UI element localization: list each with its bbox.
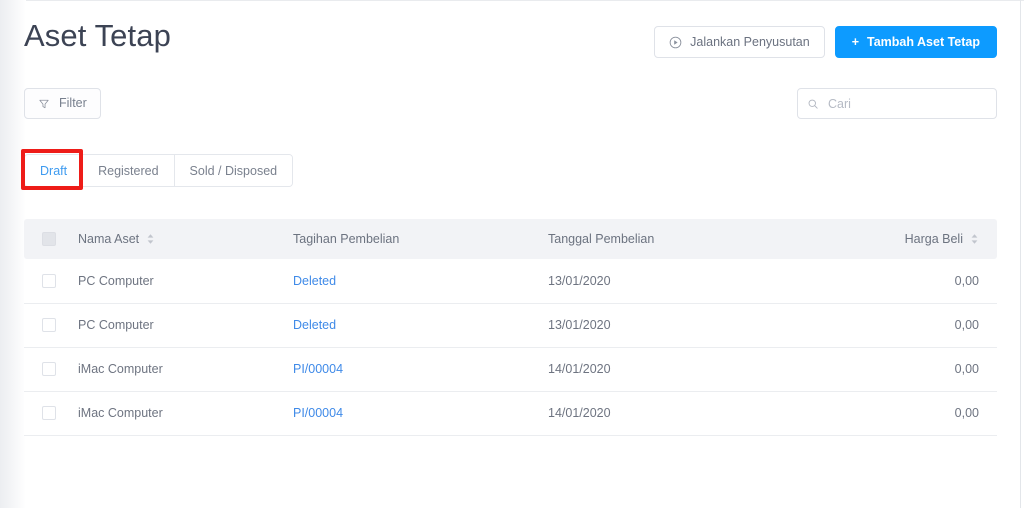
play-circle-icon xyxy=(669,36,682,49)
select-all-checkbox[interactable] xyxy=(42,232,56,247)
assets-table: Nama Aset Tagihan Pembelian Tanggal Pemb… xyxy=(24,219,997,436)
funnel-icon xyxy=(38,98,50,110)
cell-harga-beli: 0,00 xyxy=(890,391,997,436)
tab-registered[interactable]: Registered xyxy=(83,155,175,186)
sort-icon[interactable] xyxy=(970,233,979,245)
sort-icon[interactable] xyxy=(146,233,155,245)
table-row[interactable]: PC Computer Deleted 13/01/2020 0,00 xyxy=(24,259,997,304)
cell-tagihan-pembelian: PI/00004 xyxy=(285,347,540,392)
filter-button[interactable]: Filter xyxy=(24,88,101,119)
cell-tanggal-pembelian: 14/01/2020 xyxy=(540,391,890,436)
cell-harga-beli: 0,00 xyxy=(890,347,997,392)
search-box xyxy=(797,88,997,119)
table-row[interactable]: iMac Computer PI/00004 14/01/2020 0,00 xyxy=(24,391,997,436)
tab-draft[interactable]: Draft xyxy=(25,155,84,186)
toolbar: Filter xyxy=(24,88,997,119)
header-nama-aset[interactable]: Nama Aset xyxy=(70,219,285,259)
cell-tanggal-pembelian: 13/01/2020 xyxy=(540,259,890,304)
header-tanggal-pembelian-label: Tanggal Pembelian xyxy=(548,232,655,246)
bill-link[interactable]: PI/00004 xyxy=(293,406,343,420)
add-fixed-asset-label: Tambah Aset Tetap xyxy=(867,34,980,49)
header-harga-beli[interactable]: Harga Beli xyxy=(890,219,997,259)
status-tabs: Draft Registered Sold / Disposed xyxy=(24,154,294,187)
tab-sold-disposed[interactable]: Sold / Disposed xyxy=(174,155,293,186)
table-header-row: Nama Aset Tagihan Pembelian Tanggal Pemb… xyxy=(24,219,997,259)
cell-harga-beli: 0,00 xyxy=(890,259,997,304)
cell-harga-beli: 0,00 xyxy=(890,303,997,348)
run-depreciation-label: Jalankan Penyusutan xyxy=(690,34,810,49)
search-icon xyxy=(807,98,819,110)
header-nama-aset-label: Nama Aset xyxy=(78,232,140,246)
search-input[interactable] xyxy=(797,88,997,119)
cell-nama-aset: PC Computer xyxy=(70,303,285,348)
bill-link[interactable]: Deleted xyxy=(293,318,336,332)
page-title: Aset Tetap xyxy=(24,18,171,53)
header-actions: Jalankan Penyusutan + Tambah Aset Tetap xyxy=(654,16,997,58)
header-tanggal-pembelian: Tanggal Pembelian xyxy=(540,219,890,259)
row-select-cell xyxy=(24,303,70,348)
status-tabs-wrapper: Draft Registered Sold / Disposed xyxy=(21,149,997,190)
table-header: Nama Aset Tagihan Pembelian Tanggal Pemb… xyxy=(24,219,997,259)
bill-link[interactable]: PI/00004 xyxy=(293,362,343,376)
row-select-cell xyxy=(24,347,70,392)
page-content: Aset Tetap Jalankan Penyusutan + Tambah … xyxy=(0,0,1021,508)
cell-tagihan-pembelian: PI/00004 xyxy=(285,391,540,436)
row-checkbox[interactable] xyxy=(42,274,56,289)
table-row[interactable]: PC Computer Deleted 13/01/2020 0,00 xyxy=(24,303,997,348)
table-row[interactable]: iMac Computer PI/00004 14/01/2020 0,00 xyxy=(24,347,997,392)
row-select-cell xyxy=(24,259,70,304)
cell-tagihan-pembelian: Deleted xyxy=(285,259,540,304)
header-select-all xyxy=(24,219,70,259)
table-body: PC Computer Deleted 13/01/2020 0,00 PC C… xyxy=(24,259,997,436)
run-depreciation-button[interactable]: Jalankan Penyusutan xyxy=(654,26,825,58)
row-checkbox[interactable] xyxy=(42,362,56,377)
cell-tanggal-pembelian: 13/01/2020 xyxy=(540,303,890,348)
row-checkbox[interactable] xyxy=(42,318,56,333)
header-harga-beli-label: Harga Beli xyxy=(904,232,963,246)
bill-link[interactable]: Deleted xyxy=(293,274,336,288)
row-checkbox[interactable] xyxy=(42,406,56,421)
cell-tanggal-pembelian: 14/01/2020 xyxy=(540,347,890,392)
header-tagihan-pembelian: Tagihan Pembelian xyxy=(285,219,540,259)
cell-nama-aset: PC Computer xyxy=(70,259,285,304)
cell-tagihan-pembelian: Deleted xyxy=(285,303,540,348)
header-tagihan-pembelian-label: Tagihan Pembelian xyxy=(293,232,400,246)
plus-icon: + xyxy=(851,34,860,49)
cell-nama-aset: iMac Computer xyxy=(70,391,285,436)
cell-nama-aset: iMac Computer xyxy=(70,347,285,392)
page-header: Aset Tetap Jalankan Penyusutan + Tambah … xyxy=(24,0,997,58)
filter-label: Filter xyxy=(59,96,87,111)
row-select-cell xyxy=(24,391,70,436)
add-fixed-asset-button[interactable]: + Tambah Aset Tetap xyxy=(834,26,997,58)
fixed-asset-page: Aset Tetap Jalankan Penyusutan + Tambah … xyxy=(0,0,1024,508)
